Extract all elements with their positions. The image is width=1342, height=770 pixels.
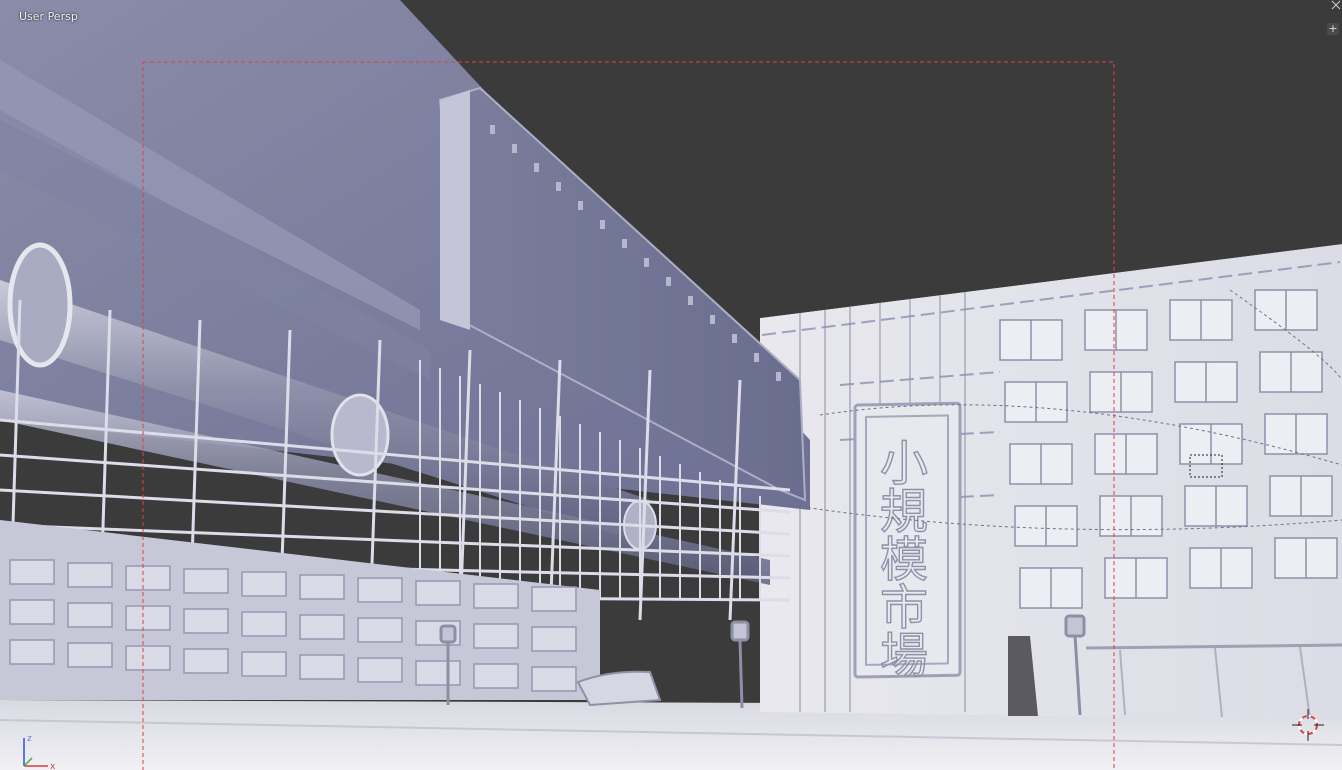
- add-region-button[interactable]: +: [1327, 23, 1339, 35]
- axis-x-label: x: [50, 762, 56, 770]
- sign-text: 小規模市場: [880, 436, 928, 684]
- 3d-viewport[interactable]: 小規模市場 User Persp + x z: [0, 0, 1342, 770]
- 3d-cursor-icon[interactable]: [1290, 707, 1326, 743]
- axis-gizmo-icon: x z: [23, 734, 56, 770]
- axis-z-label: z: [27, 734, 32, 744]
- corner-resize-icon[interactable]: [1331, 0, 1341, 10]
- view-mode-label: User Persp: [19, 10, 78, 23]
- scene-render[interactable]: 小規模市場: [0, 0, 1342, 770]
